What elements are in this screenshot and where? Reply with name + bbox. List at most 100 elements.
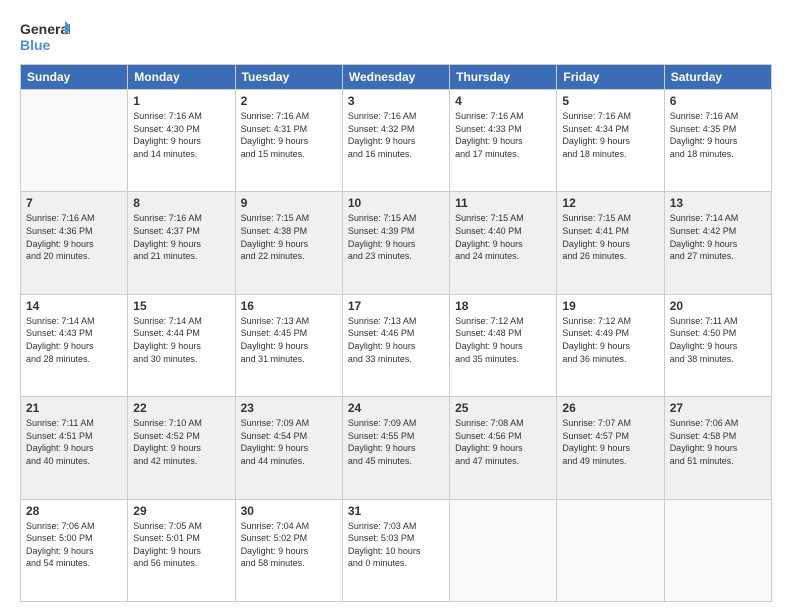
day-info: Sunrise: 7:03 AM Sunset: 5:03 PM Dayligh… — [348, 520, 444, 570]
day-number: 29 — [133, 504, 229, 518]
calendar-day-9: 9 Sunrise: 7:15 AM Sunset: 4:38 PM Daylig… — [235, 192, 342, 294]
calendar-day-23: 23 Sunrise: 7:09 AM Sunset: 4:54 PM Dayli… — [235, 397, 342, 499]
day-number: 17 — [348, 299, 444, 313]
day-info: Sunrise: 7:10 AM Sunset: 4:52 PM Dayligh… — [133, 417, 229, 467]
calendar-week-row: 14 Sunrise: 7:14 AM Sunset: 4:43 PM Dayli… — [21, 294, 772, 396]
calendar-day-empty — [664, 499, 771, 601]
day-info: Sunrise: 7:16 AM Sunset: 4:36 PM Dayligh… — [26, 212, 122, 262]
day-info: Sunrise: 7:09 AM Sunset: 4:54 PM Dayligh… — [241, 417, 337, 467]
calendar-day-empty — [450, 499, 557, 601]
calendar-day-empty — [557, 499, 664, 601]
calendar-week-row: 21Sunrise: 7:11 AM Sunset: 4:51 PM Dayli… — [21, 397, 772, 499]
calendar-day-10: 10 Sunrise: 7:15 AM Sunset: 4:39 PM Dayli… — [342, 192, 449, 294]
calendar-day-29: 29 Sunrise: 7:05 AM Sunset: 5:01 PM Dayli… — [128, 499, 235, 601]
calendar-day-20: 20 Sunrise: 7:11 AM Sunset: 4:50 PM Dayli… — [664, 294, 771, 396]
calendar-day-16: 16 Sunrise: 7:13 AM Sunset: 4:45 PM Dayli… — [235, 294, 342, 396]
day-info: Sunrise: 7:15 AM Sunset: 4:40 PM Dayligh… — [455, 212, 551, 262]
weekday-header-sunday: Sunday — [21, 65, 128, 90]
svg-text:General: General — [20, 21, 70, 37]
day-number: 18 — [455, 299, 551, 313]
calendar-day-21: 21Sunrise: 7:11 AM Sunset: 4:51 PM Dayli… — [21, 397, 128, 499]
day-info: Sunrise: 7:15 AM Sunset: 4:39 PM Dayligh… — [348, 212, 444, 262]
calendar-day-31: 31 Sunrise: 7:03 AM Sunset: 5:03 PM Dayli… — [342, 499, 449, 601]
calendar-day-2: 2Sunrise: 7:16 AM Sunset: 4:31 PM Daylig… — [235, 90, 342, 192]
day-number: 9 — [241, 196, 337, 210]
day-number: 14 — [26, 299, 122, 313]
weekday-header-monday: Monday — [128, 65, 235, 90]
day-info: Sunrise: 7:16 AM Sunset: 4:33 PM Dayligh… — [455, 110, 551, 160]
logo: General Blue — [20, 16, 70, 56]
day-number: 23 — [241, 401, 337, 415]
weekday-header-tuesday: Tuesday — [235, 65, 342, 90]
calendar-header-row: SundayMondayTuesdayWednesdayThursdayFrid… — [21, 65, 772, 90]
day-number: 21 — [26, 401, 122, 415]
day-number: 20 — [670, 299, 766, 313]
day-number: 1 — [133, 94, 229, 108]
calendar-day-26: 26Sunrise: 7:07 AM Sunset: 4:57 PM Dayli… — [557, 397, 664, 499]
day-info: Sunrise: 7:14 AM Sunset: 4:43 PM Dayligh… — [26, 315, 122, 365]
day-info: Sunrise: 7:08 AM Sunset: 4:56 PM Dayligh… — [455, 417, 551, 467]
day-info: Sunrise: 7:13 AM Sunset: 4:45 PM Dayligh… — [241, 315, 337, 365]
weekday-header-wednesday: Wednesday — [342, 65, 449, 90]
calendar-day-3: 3Sunrise: 7:16 AM Sunset: 4:32 PM Daylig… — [342, 90, 449, 192]
day-info: Sunrise: 7:16 AM Sunset: 4:37 PM Dayligh… — [133, 212, 229, 262]
day-number: 12 — [562, 196, 658, 210]
day-number: 15 — [133, 299, 229, 313]
weekday-header-friday: Friday — [557, 65, 664, 90]
day-number: 25 — [455, 401, 551, 415]
day-info: Sunrise: 7:06 AM Sunset: 4:58 PM Dayligh… — [670, 417, 766, 467]
calendar-day-15: 15 Sunrise: 7:14 AM Sunset: 4:44 PM Dayli… — [128, 294, 235, 396]
day-info: Sunrise: 7:11 AM Sunset: 4:50 PM Dayligh… — [670, 315, 766, 365]
day-number: 13 — [670, 196, 766, 210]
calendar-day-27: 27 Sunrise: 7:06 AM Sunset: 4:58 PM Dayli… — [664, 397, 771, 499]
day-number: 26 — [562, 401, 658, 415]
day-number: 19 — [562, 299, 658, 313]
day-info: Sunrise: 7:16 AM Sunset: 4:30 PM Dayligh… — [133, 110, 229, 160]
calendar-table: SundayMondayTuesdayWednesdayThursdayFrid… — [20, 64, 772, 602]
calendar-day-5: 5 Sunrise: 7:16 AM Sunset: 4:34 PM Daylig… — [557, 90, 664, 192]
calendar-day-1: 1 Sunrise: 7:16 AM Sunset: 4:30 PM Daylig… — [128, 90, 235, 192]
calendar-day-28: 28Sunrise: 7:06 AM Sunset: 5:00 PM Dayli… — [21, 499, 128, 601]
day-info: Sunrise: 7:12 AM Sunset: 4:48 PM Dayligh… — [455, 315, 551, 365]
calendar-week-row: 1 Sunrise: 7:16 AM Sunset: 4:30 PM Daylig… — [21, 90, 772, 192]
calendar-day-11: 11Sunrise: 7:15 AM Sunset: 4:40 PM Dayli… — [450, 192, 557, 294]
day-number: 27 — [670, 401, 766, 415]
day-info: Sunrise: 7:13 AM Sunset: 4:46 PM Dayligh… — [348, 315, 444, 365]
day-number: 5 — [562, 94, 658, 108]
day-number: 16 — [241, 299, 337, 313]
calendar-day-24: 24 Sunrise: 7:09 AM Sunset: 4:55 PM Dayli… — [342, 397, 449, 499]
calendar-week-row: 7 Sunrise: 7:16 AM Sunset: 4:36 PM Daylig… — [21, 192, 772, 294]
day-number: 7 — [26, 196, 122, 210]
day-info: Sunrise: 7:09 AM Sunset: 4:55 PM Dayligh… — [348, 417, 444, 467]
day-number: 10 — [348, 196, 444, 210]
day-info: Sunrise: 7:06 AM Sunset: 5:00 PM Dayligh… — [26, 520, 122, 570]
calendar-day-12: 12 Sunrise: 7:15 AM Sunset: 4:41 PM Dayli… — [557, 192, 664, 294]
day-number: 8 — [133, 196, 229, 210]
calendar-day-14: 14 Sunrise: 7:14 AM Sunset: 4:43 PM Dayli… — [21, 294, 128, 396]
svg-text:Blue: Blue — [20, 37, 51, 53]
day-info: Sunrise: 7:14 AM Sunset: 4:42 PM Dayligh… — [670, 212, 766, 262]
day-info: Sunrise: 7:16 AM Sunset: 4:32 PM Dayligh… — [348, 110, 444, 160]
day-info: Sunrise: 7:14 AM Sunset: 4:44 PM Dayligh… — [133, 315, 229, 365]
calendar-day-22: 22 Sunrise: 7:10 AM Sunset: 4:52 PM Dayli… — [128, 397, 235, 499]
day-number: 24 — [348, 401, 444, 415]
calendar-day-30: 30Sunrise: 7:04 AM Sunset: 5:02 PM Dayli… — [235, 499, 342, 601]
calendar-day-6: 6Sunrise: 7:16 AM Sunset: 4:35 PM Daylig… — [664, 90, 771, 192]
day-info: Sunrise: 7:15 AM Sunset: 4:38 PM Dayligh… — [241, 212, 337, 262]
calendar-day-7: 7 Sunrise: 7:16 AM Sunset: 4:36 PM Daylig… — [21, 192, 128, 294]
day-info: Sunrise: 7:15 AM Sunset: 4:41 PM Dayligh… — [562, 212, 658, 262]
day-number: 2 — [241, 94, 337, 108]
day-info: Sunrise: 7:16 AM Sunset: 4:34 PM Dayligh… — [562, 110, 658, 160]
calendar-week-row: 28Sunrise: 7:06 AM Sunset: 5:00 PM Dayli… — [21, 499, 772, 601]
day-number: 6 — [670, 94, 766, 108]
day-number: 22 — [133, 401, 229, 415]
calendar-day-4: 4 Sunrise: 7:16 AM Sunset: 4:33 PM Daylig… — [450, 90, 557, 192]
day-info: Sunrise: 7:04 AM Sunset: 5:02 PM Dayligh… — [241, 520, 337, 570]
day-number: 4 — [455, 94, 551, 108]
calendar-day-empty — [21, 90, 128, 192]
page-header: General Blue — [20, 16, 772, 56]
day-info: Sunrise: 7:05 AM Sunset: 5:01 PM Dayligh… — [133, 520, 229, 570]
weekday-header-thursday: Thursday — [450, 65, 557, 90]
weekday-header-saturday: Saturday — [664, 65, 771, 90]
day-number: 31 — [348, 504, 444, 518]
